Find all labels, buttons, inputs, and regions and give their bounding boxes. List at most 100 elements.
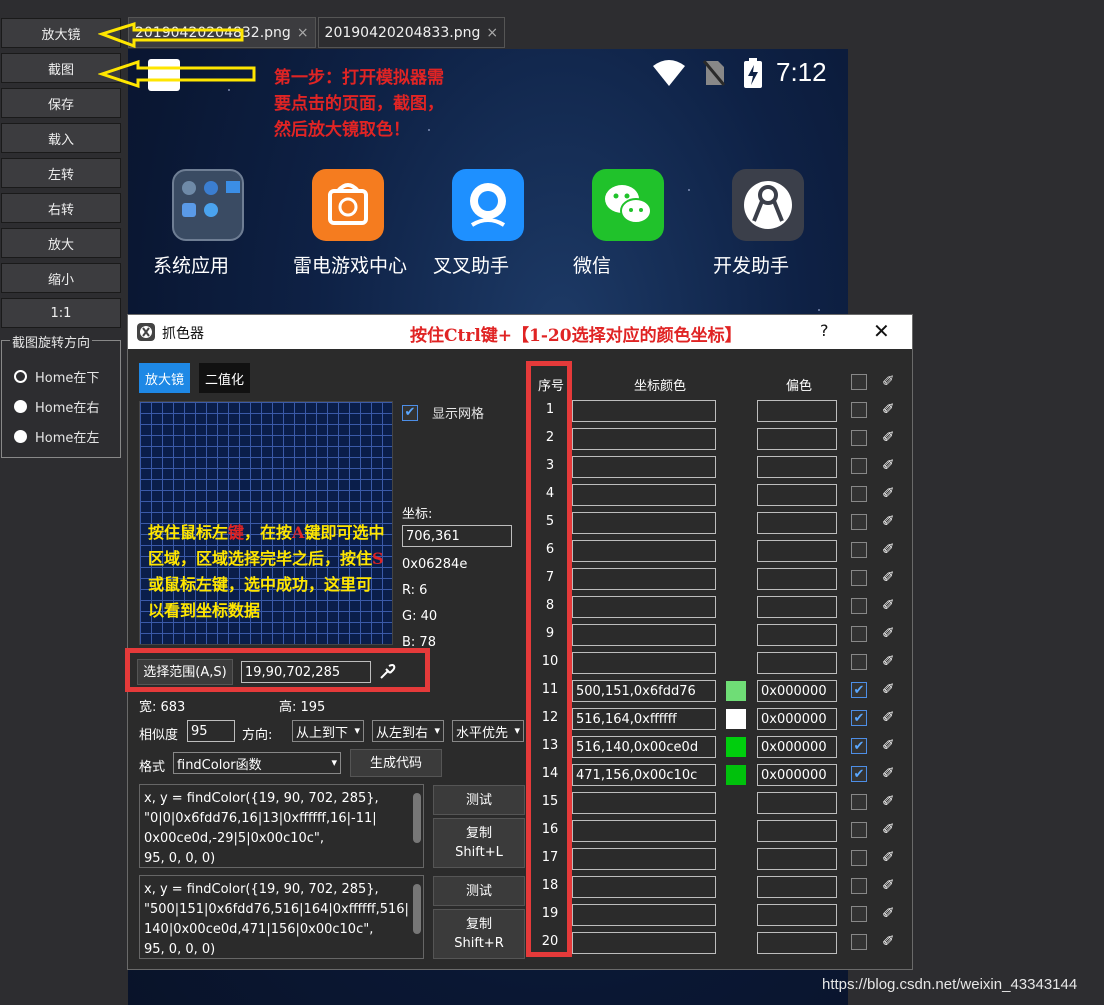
app-wechat[interactable]: 微信 bbox=[573, 169, 683, 277]
direction-vertical-select[interactable]: 从上到下 bbox=[292, 720, 364, 742]
offset-field[interactable] bbox=[757, 624, 837, 646]
offset-field[interactable] bbox=[757, 652, 837, 674]
dialog-titlebar[interactable]: 抓色器 按住Ctrl键+【1-20选择对应的颜色坐标】 ? ✕ bbox=[128, 315, 912, 349]
offset-field[interactable] bbox=[757, 540, 837, 562]
coord-color-field[interactable] bbox=[572, 624, 716, 646]
row-checkbox[interactable] bbox=[851, 514, 867, 530]
row-checkbox[interactable] bbox=[851, 486, 867, 502]
row-checkbox[interactable] bbox=[851, 906, 867, 922]
coord-color-field[interactable] bbox=[572, 932, 716, 954]
close-icon[interactable]: × bbox=[297, 25, 309, 41]
code-output-1[interactable]: x, y = findColor({19, 90, 702, 285}, "0|0… bbox=[139, 784, 424, 868]
row-checkbox[interactable] bbox=[851, 542, 867, 558]
row-checkbox[interactable]: ✔ bbox=[851, 738, 867, 754]
show-grid-toggle[interactable]: ✔ 显示网格 bbox=[402, 403, 484, 422]
close-button[interactable]: ✕ bbox=[873, 319, 890, 343]
actual-size-button[interactable]: 1:1 bbox=[1, 298, 121, 328]
coord-color-field[interactable] bbox=[572, 484, 716, 506]
radio-home-right[interactable]: Home在右 bbox=[14, 397, 99, 416]
row-checkbox[interactable] bbox=[851, 794, 867, 810]
row-checkbox[interactable]: ✔ bbox=[851, 710, 867, 726]
coord-color-field[interactable] bbox=[572, 456, 716, 478]
coord-color-field[interactable] bbox=[572, 512, 716, 534]
radio-home-left[interactable]: Home在左 bbox=[14, 427, 99, 446]
row-checkbox[interactable] bbox=[851, 458, 867, 474]
test-button-1[interactable]: 测试 bbox=[433, 785, 525, 815]
offset-field[interactable] bbox=[757, 876, 837, 898]
coord-color-field[interactable]: 516,140,0x00ce0d bbox=[572, 736, 716, 758]
eyedropper-icon[interactable]: ✐ bbox=[882, 876, 895, 894]
offset-field[interactable] bbox=[757, 456, 837, 478]
app-chacha-helper[interactable]: 叉叉助手 bbox=[433, 169, 543, 277]
coord-color-field[interactable] bbox=[572, 596, 716, 618]
row-checkbox[interactable] bbox=[851, 626, 867, 642]
magnifier-grid[interactable]: 按住鼠标左键，在按A键即可选中区域，区域选择完毕之后，按住S或鼠标左键，选中成功… bbox=[139, 401, 393, 645]
coord-color-field[interactable] bbox=[572, 876, 716, 898]
app-system-apps[interactable]: 系统应用 bbox=[153, 169, 263, 277]
eyedropper-icon[interactable]: ✐ bbox=[882, 568, 895, 586]
row-checkbox[interactable]: ✔ bbox=[851, 682, 867, 698]
row-checkbox[interactable] bbox=[851, 430, 867, 446]
scrollbar[interactable] bbox=[413, 793, 421, 843]
coord-color-field[interactable]: 516,164,0xffffff bbox=[572, 708, 716, 730]
eyedropper-icon[interactable]: ✐ bbox=[882, 932, 895, 950]
row-checkbox[interactable] bbox=[851, 598, 867, 614]
select-all-checkbox[interactable] bbox=[851, 374, 867, 390]
offset-field[interactable] bbox=[757, 904, 837, 926]
zoom-in-button[interactable]: 放大 bbox=[1, 228, 121, 258]
coord-color-field[interactable] bbox=[572, 820, 716, 842]
test-button-2[interactable]: 测试 bbox=[433, 876, 525, 906]
tab-image-2[interactable]: 20190420204833.png × bbox=[317, 17, 506, 48]
eyedropper-icon[interactable]: ✐ bbox=[882, 512, 895, 530]
row-checkbox[interactable] bbox=[851, 402, 867, 418]
coord-color-field[interactable] bbox=[572, 568, 716, 590]
eyedropper-icon[interactable]: ✐ bbox=[882, 736, 895, 754]
magnifier-mode-button[interactable]: 放大镜 bbox=[139, 363, 191, 393]
close-icon[interactable]: × bbox=[486, 25, 498, 41]
offset-field[interactable] bbox=[757, 820, 837, 842]
eyedropper-all-icon[interactable]: ✐ bbox=[882, 372, 895, 390]
generate-code-button[interactable]: 生成代码 bbox=[350, 749, 442, 777]
save-button[interactable]: 保存 bbox=[1, 88, 121, 118]
coord-field[interactable]: 706,361 bbox=[402, 525, 512, 547]
eyedropper-icon[interactable]: ✐ bbox=[882, 792, 895, 810]
format-select[interactable]: findColor函数 bbox=[173, 752, 341, 774]
app-developer-helper[interactable]: 开发助手 bbox=[713, 169, 823, 277]
row-checkbox[interactable]: ✔ bbox=[851, 766, 867, 782]
eyedropper-icon[interactable]: ✐ bbox=[882, 484, 895, 502]
coord-color-field[interactable] bbox=[572, 792, 716, 814]
offset-field[interactable] bbox=[757, 932, 837, 954]
eyedropper-icon[interactable]: ✐ bbox=[882, 680, 895, 698]
code-output-2[interactable]: x, y = findColor({19, 90, 702, 285}, "500… bbox=[139, 875, 424, 959]
eyedropper-icon[interactable]: ✐ bbox=[882, 764, 895, 782]
coord-color-field[interactable]: 500,151,0x6fdd76 bbox=[572, 680, 716, 702]
eyedropper-icon[interactable]: ✐ bbox=[882, 428, 895, 446]
eyedropper-icon[interactable]: ✐ bbox=[882, 400, 895, 418]
similarity-stepper[interactable]: 95 bbox=[187, 720, 235, 742]
eyedropper-icon[interactable]: ✐ bbox=[882, 540, 895, 558]
zoom-out-button[interactable]: 缩小 bbox=[1, 263, 121, 293]
eyedropper-icon[interactable]: ✐ bbox=[882, 624, 895, 642]
offset-field[interactable]: 0x000000 bbox=[757, 736, 837, 758]
row-checkbox[interactable] bbox=[851, 570, 867, 586]
coord-color-field[interactable]: 471,156,0x00c10c bbox=[572, 764, 716, 786]
copy-shift-r-button[interactable]: 复制 Shift+R bbox=[433, 909, 525, 959]
row-checkbox[interactable] bbox=[851, 654, 867, 670]
rotate-left-button[interactable]: 左转 bbox=[1, 158, 121, 188]
eyedropper-icon[interactable]: ✐ bbox=[882, 848, 895, 866]
radio-home-bottom[interactable]: Home在下 bbox=[14, 367, 99, 386]
offset-field[interactable]: 0x000000 bbox=[757, 680, 837, 702]
copy-shift-l-button[interactable]: 复制 Shift+L bbox=[433, 818, 525, 868]
coord-color-field[interactable] bbox=[572, 652, 716, 674]
eyedropper-icon[interactable]: ✐ bbox=[882, 820, 895, 838]
help-button[interactable]: ? bbox=[820, 321, 829, 340]
priority-select[interactable]: 水平优先 bbox=[452, 720, 524, 742]
row-checkbox[interactable] bbox=[851, 934, 867, 950]
offset-field[interactable]: 0x000000 bbox=[757, 764, 837, 786]
eyedropper-icon[interactable]: ✐ bbox=[882, 456, 895, 474]
offset-field[interactable] bbox=[757, 792, 837, 814]
eyedropper-icon[interactable]: ✐ bbox=[882, 652, 895, 670]
row-checkbox[interactable] bbox=[851, 822, 867, 838]
offset-field[interactable] bbox=[757, 484, 837, 506]
offset-field[interactable] bbox=[757, 428, 837, 450]
